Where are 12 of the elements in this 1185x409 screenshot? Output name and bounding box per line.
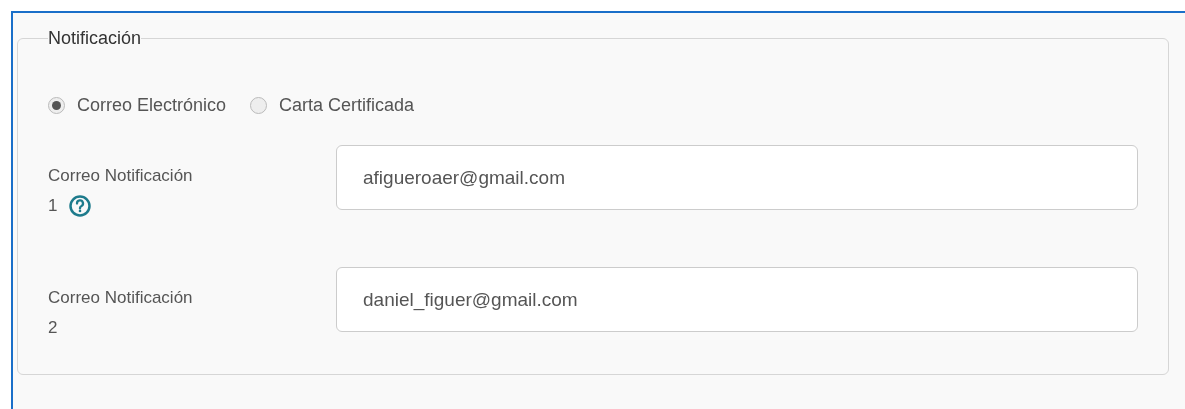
email-field[interactable]: daniel_figuer@gmail.com <box>336 267 1138 332</box>
radio-button[interactable] <box>250 97 268 114</box>
field-label: Correo Notificación <box>48 287 193 309</box>
radio-label: Carta Certificada <box>279 94 415 117</box>
field-number: 2 <box>48 317 58 339</box>
radio-label: Correo Electrónico <box>77 94 227 117</box>
section-legend: Notificación <box>48 25 142 52</box>
field-number: 1 <box>48 195 58 217</box>
radio-button[interactable] <box>48 97 65 114</box>
help-icon[interactable] <box>69 195 92 217</box>
field-label: Correo Notificación <box>48 165 193 187</box>
email-field[interactable]: afigueroaer@gmail.com <box>336 145 1138 210</box>
